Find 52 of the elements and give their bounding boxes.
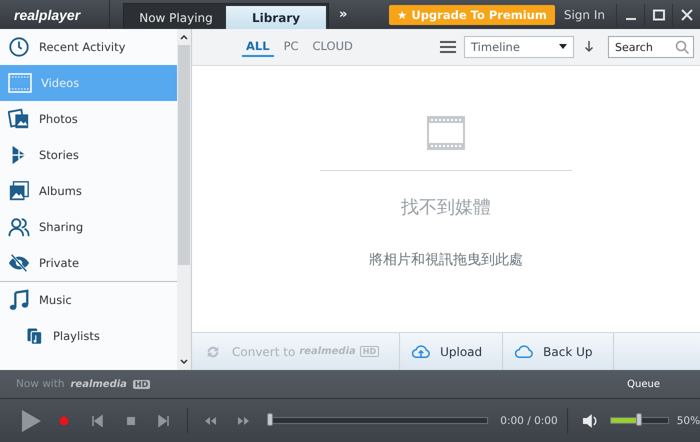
people-icon	[8, 216, 30, 238]
clock-icon	[8, 36, 30, 58]
skip-back-icon	[90, 414, 104, 428]
view-tab[interactable]: Now Playing	[126, 6, 226, 29]
sidebar-item[interactable]: Music	[0, 282, 177, 318]
filter-tab[interactable]: CLOUD	[308, 37, 357, 57]
maximize-icon	[652, 8, 664, 20]
photos-icon	[8, 108, 30, 130]
search-icon[interactable]	[675, 40, 689, 54]
volume-icon[interactable]	[582, 412, 598, 428]
sort-dropdown[interactable]: Timeline	[464, 36, 574, 58]
sidebar-item[interactable]: Sharing	[0, 209, 177, 245]
search-input[interactable]: Search	[615, 40, 673, 54]
play-icon	[20, 408, 42, 432]
sidebar-item[interactable]: Recent Activity	[0, 29, 177, 65]
close-icon	[680, 8, 692, 20]
hd-badge: HD	[132, 380, 150, 388]
view-tab[interactable]: Library	[226, 6, 326, 29]
caret-icon	[559, 44, 567, 50]
crossed-eye-icon	[8, 252, 30, 274]
cloud-upload-icon	[412, 342, 430, 360]
scroll-down-icon[interactable]	[180, 358, 188, 366]
cloud-icon	[515, 342, 534, 360]
film-icon	[427, 116, 465, 150]
sidebar-item[interactable]: Albums	[0, 173, 177, 209]
film-icon	[8, 73, 32, 93]
sidebar-item[interactable]: Photos	[0, 101, 177, 137]
empty-title: 找不到媒體	[401, 196, 491, 219]
sidebar-item[interactable]: Private	[0, 245, 177, 281]
volume-reading: 50%	[676, 414, 700, 426]
menu-icon[interactable]	[440, 40, 456, 54]
empty-hint: 將相片和視訊拖曳到此處	[369, 251, 523, 269]
filter-tab[interactable]: ALL	[242, 37, 274, 57]
playlist-icon	[26, 327, 44, 345]
scrollbar[interactable]	[177, 29, 191, 370]
sidebar-item[interactable]: Stories	[0, 137, 177, 173]
time-display: 0:00 / 0:00	[500, 414, 559, 426]
sign-in-link[interactable]: Sign In	[560, 8, 608, 22]
album-icon	[8, 180, 30, 202]
queue-button[interactable]: Queue	[621, 378, 666, 390]
minimize-icon	[624, 18, 636, 20]
filter-tab[interactable]: PC	[280, 37, 303, 57]
promo-text: Now with	[16, 378, 64, 390]
record-icon	[57, 414, 72, 428]
realmedia-logo: realmedia	[70, 378, 127, 390]
scroll-up-icon[interactable]	[180, 33, 188, 41]
more-button[interactable]: »	[335, 7, 352, 22]
search-field[interactable]: Search	[608, 36, 694, 58]
skip-forward-icon	[157, 414, 172, 428]
sidebar-item[interactable]: Playlists	[0, 318, 177, 354]
music-note-icon	[8, 289, 30, 311]
sort-order-icon[interactable]	[584, 41, 594, 53]
